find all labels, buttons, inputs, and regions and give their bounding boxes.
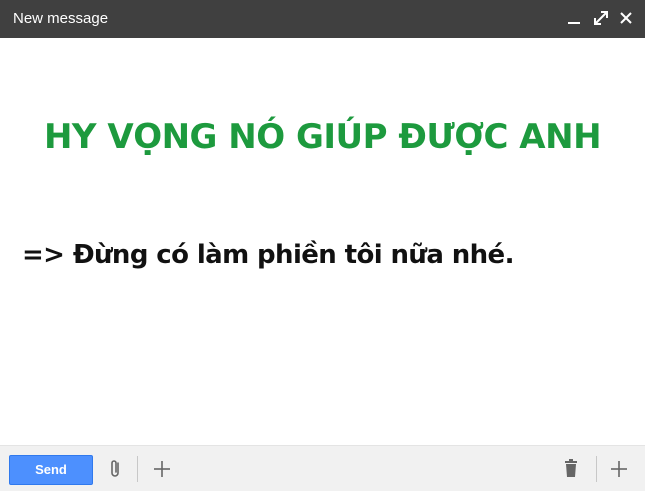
window-title: New message [13, 10, 109, 27]
plus-icon[interactable] [152, 458, 172, 480]
footer-divider [596, 456, 597, 482]
paperclip-icon[interactable] [106, 458, 126, 480]
message-headline: HY VỌNG NÓ GIÚP ĐƯỢC ANH [43, 117, 602, 157]
minimize-icon[interactable] [564, 8, 584, 28]
footer-divider [137, 456, 138, 482]
trash-icon[interactable] [561, 458, 581, 480]
compose-titlebar[interactable]: New message [0, 0, 645, 38]
message-text: => Đừng có làm phiền tôi nữa nhé. [22, 240, 514, 270]
expand-icon[interactable] [591, 8, 611, 28]
compose-window: New message HY VỌNG NÓ GIÚP ĐƯỢC ANH => … [0, 0, 645, 491]
compose-footer: Send [0, 445, 645, 491]
close-icon[interactable] [616, 8, 636, 28]
send-button[interactable]: Send [9, 455, 93, 485]
plus-icon[interactable] [609, 458, 629, 480]
message-body[interactable]: HY VỌNG NÓ GIÚP ĐƯỢC ANH => Đừng có làm … [0, 38, 645, 445]
